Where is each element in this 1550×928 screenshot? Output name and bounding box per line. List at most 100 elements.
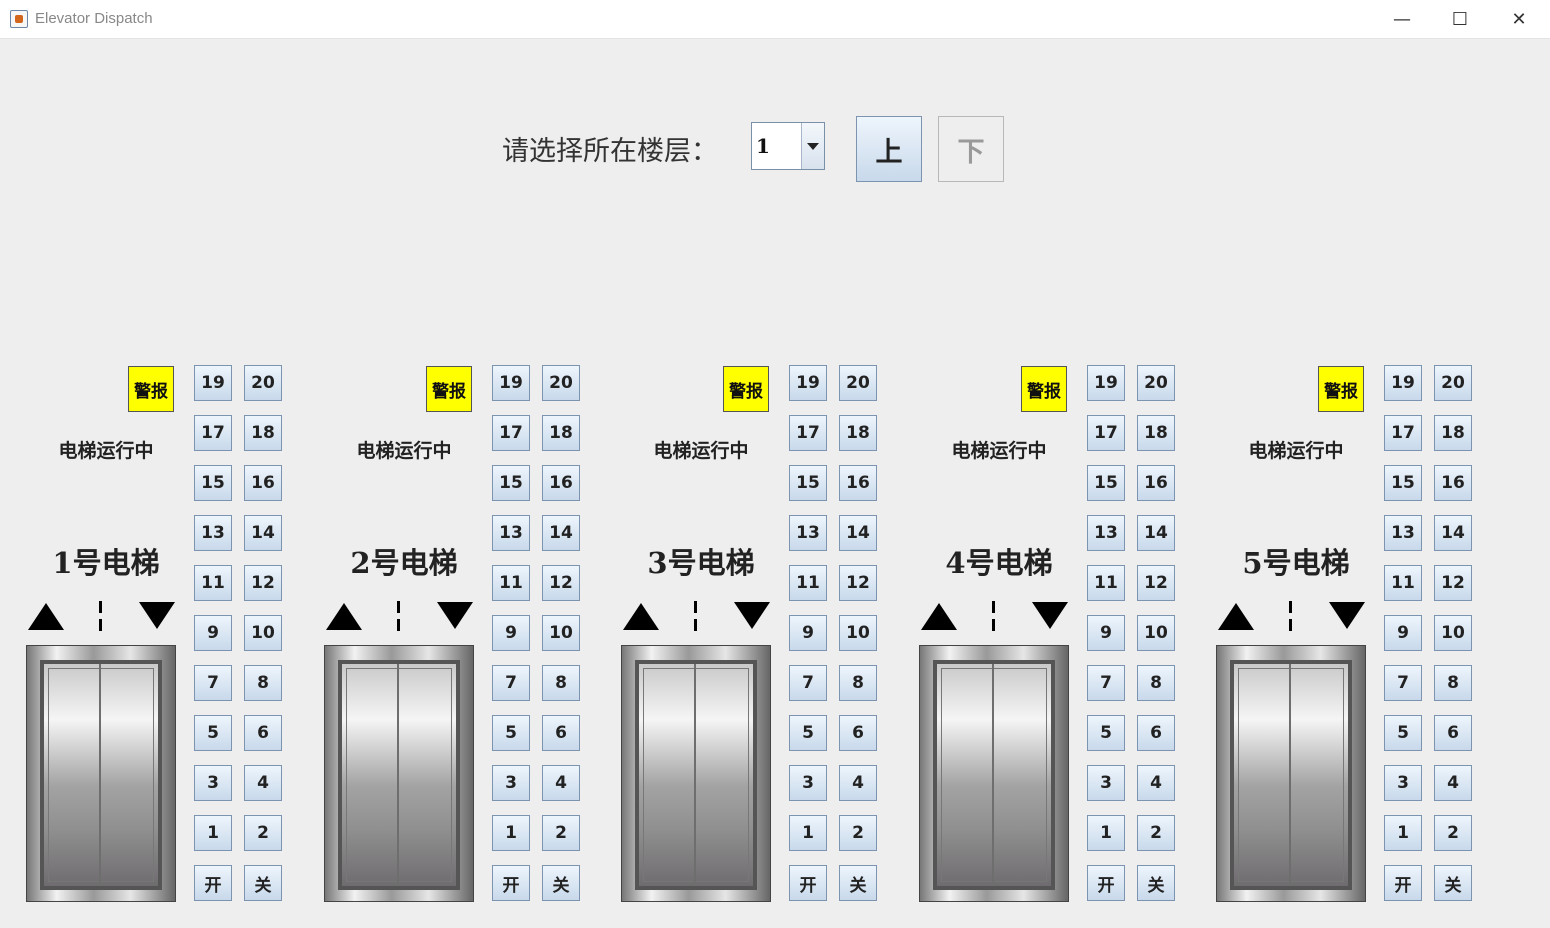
floor-button[interactable]: 5 [194, 715, 232, 751]
floor-button[interactable]: 17 [789, 415, 827, 451]
floor-button[interactable]: 19 [789, 365, 827, 401]
alarm-button[interactable]: 警报 [1021, 366, 1067, 412]
floor-select-dropdown[interactable]: 1 [751, 122, 825, 170]
floor-button[interactable]: 8 [542, 665, 580, 701]
floor-button[interactable]: 15 [194, 465, 232, 501]
door-open-button[interactable]: 开 [194, 865, 232, 901]
floor-button[interactable]: 10 [542, 615, 580, 651]
floor-button[interactable]: 3 [1087, 765, 1125, 801]
floor-button[interactable]: 16 [542, 465, 580, 501]
floor-button[interactable]: 17 [1384, 415, 1422, 451]
floor-button[interactable]: 9 [1087, 615, 1125, 651]
floor-button[interactable]: 20 [1137, 365, 1175, 401]
floor-button[interactable]: 6 [542, 715, 580, 751]
floor-button[interactable]: 1 [492, 815, 530, 851]
floor-button[interactable]: 7 [789, 665, 827, 701]
floor-button[interactable]: 20 [542, 365, 580, 401]
floor-button[interactable]: 9 [1384, 615, 1422, 651]
floor-button[interactable]: 11 [492, 565, 530, 601]
floor-button[interactable]: 10 [839, 615, 877, 651]
alarm-button[interactable]: 警报 [426, 366, 472, 412]
close-button[interactable]: ✕ [1490, 0, 1548, 38]
floor-button[interactable]: 10 [1434, 615, 1472, 651]
floor-button[interactable]: 17 [194, 415, 232, 451]
door-close-button[interactable]: 关 [1137, 865, 1175, 901]
door-close-button[interactable]: 关 [839, 865, 877, 901]
door-open-button[interactable]: 开 [1384, 865, 1422, 901]
floor-button[interactable]: 17 [1087, 415, 1125, 451]
alarm-button[interactable]: 警报 [128, 366, 174, 412]
floor-button[interactable]: 11 [194, 565, 232, 601]
floor-button[interactable]: 19 [1384, 365, 1422, 401]
floor-button[interactable]: 13 [492, 515, 530, 551]
floor-button[interactable]: 14 [839, 515, 877, 551]
floor-button[interactable]: 7 [1384, 665, 1422, 701]
floor-button[interactable]: 7 [492, 665, 530, 701]
floor-button[interactable]: 4 [839, 765, 877, 801]
floor-button[interactable]: 5 [789, 715, 827, 751]
floor-button[interactable]: 19 [492, 365, 530, 401]
alarm-button[interactable]: 警报 [723, 366, 769, 412]
floor-button[interactable]: 11 [789, 565, 827, 601]
floor-button[interactable]: 16 [244, 465, 282, 501]
floor-button[interactable]: 15 [1087, 465, 1125, 501]
floor-button[interactable]: 18 [542, 415, 580, 451]
floor-button[interactable]: 13 [1087, 515, 1125, 551]
floor-button[interactable]: 20 [244, 365, 282, 401]
floor-button[interactable]: 2 [244, 815, 282, 851]
floor-button[interactable]: 4 [1137, 765, 1175, 801]
floor-button[interactable]: 6 [1434, 715, 1472, 751]
floor-button[interactable]: 15 [789, 465, 827, 501]
floor-button[interactable]: 15 [1384, 465, 1422, 501]
floor-button[interactable]: 12 [1137, 565, 1175, 601]
floor-button[interactable]: 4 [542, 765, 580, 801]
door-close-button[interactable]: 关 [1434, 865, 1472, 901]
floor-button[interactable]: 2 [542, 815, 580, 851]
floor-button[interactable]: 13 [789, 515, 827, 551]
door-open-button[interactable]: 开 [492, 865, 530, 901]
floor-button[interactable]: 16 [1137, 465, 1175, 501]
floor-button[interactable]: 3 [1384, 765, 1422, 801]
door-open-button[interactable]: 开 [789, 865, 827, 901]
floor-button[interactable]: 4 [1434, 765, 1472, 801]
call-down-button[interactable]: 下 [938, 116, 1004, 182]
call-up-button[interactable]: 上 [856, 116, 922, 182]
floor-button[interactable]: 17 [492, 415, 530, 451]
floor-button[interactable]: 10 [244, 615, 282, 651]
floor-button[interactable]: 12 [839, 565, 877, 601]
floor-button[interactable]: 8 [839, 665, 877, 701]
floor-button[interactable]: 5 [492, 715, 530, 751]
maximize-button[interactable]: ☐ [1431, 0, 1489, 38]
floor-button[interactable]: 7 [194, 665, 232, 701]
door-close-button[interactable]: 关 [542, 865, 580, 901]
floor-button[interactable]: 19 [194, 365, 232, 401]
minimize-button[interactable]: — [1373, 0, 1431, 38]
floor-button[interactable]: 1 [1384, 815, 1422, 851]
floor-button[interactable]: 14 [244, 515, 282, 551]
floor-button[interactable]: 2 [839, 815, 877, 851]
floor-button[interactable]: 12 [244, 565, 282, 601]
floor-button[interactable]: 18 [839, 415, 877, 451]
floor-button[interactable]: 5 [1384, 715, 1422, 751]
floor-button[interactable]: 2 [1137, 815, 1175, 851]
floor-button[interactable]: 13 [1384, 515, 1422, 551]
floor-button[interactable]: 13 [194, 515, 232, 551]
floor-button[interactable]: 5 [1087, 715, 1125, 751]
floor-button[interactable]: 11 [1384, 565, 1422, 601]
floor-button[interactable]: 1 [194, 815, 232, 851]
floor-button[interactable]: 7 [1087, 665, 1125, 701]
floor-button[interactable]: 14 [1434, 515, 1472, 551]
floor-button[interactable]: 12 [1434, 565, 1472, 601]
floor-button[interactable]: 6 [1137, 715, 1175, 751]
floor-button[interactable]: 9 [492, 615, 530, 651]
floor-button[interactable]: 6 [839, 715, 877, 751]
floor-button[interactable]: 9 [789, 615, 827, 651]
floor-button[interactable]: 14 [542, 515, 580, 551]
alarm-button[interactable]: 警报 [1318, 366, 1364, 412]
floor-button[interactable]: 16 [1434, 465, 1472, 501]
floor-button[interactable]: 19 [1087, 365, 1125, 401]
floor-button[interactable]: 1 [789, 815, 827, 851]
floor-button[interactable]: 3 [492, 765, 530, 801]
floor-button[interactable]: 18 [1137, 415, 1175, 451]
floor-button[interactable]: 20 [839, 365, 877, 401]
